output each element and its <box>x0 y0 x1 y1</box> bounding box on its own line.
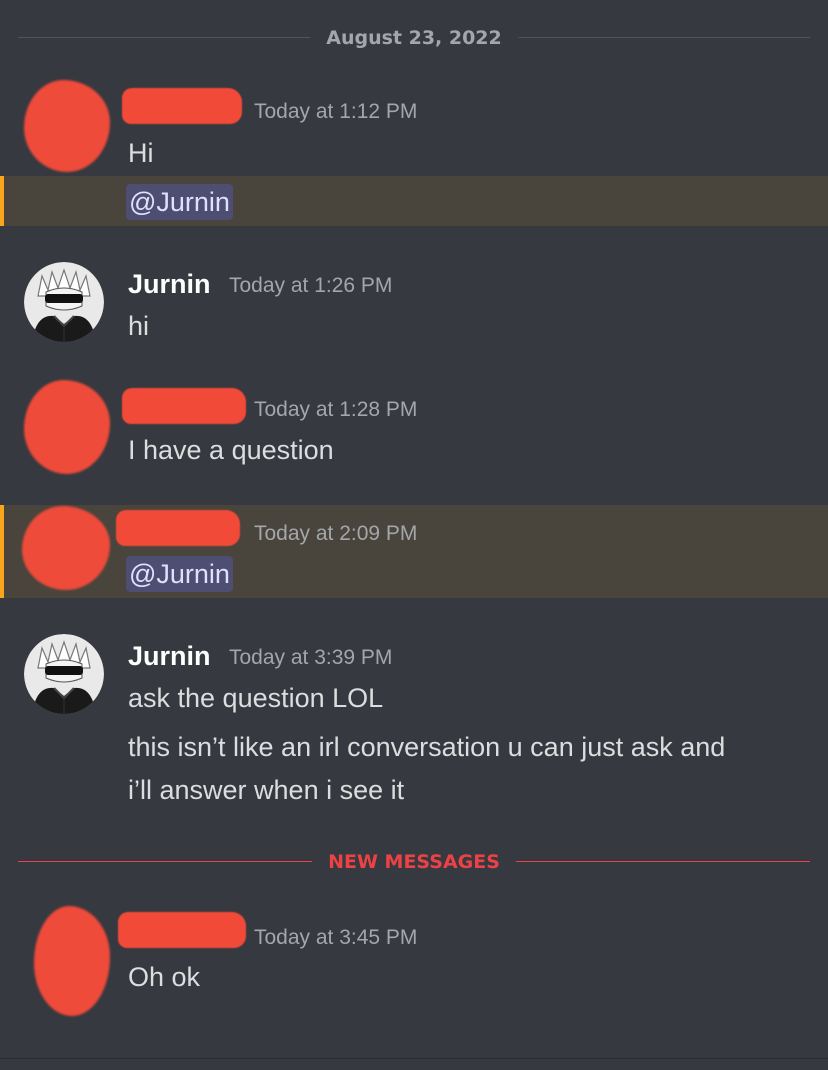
message-username[interactable]: Jurnin <box>128 269 211 300</box>
message-text: ask the question LOL <box>128 683 384 713</box>
message-timestamp[interactable]: Today at 1:12 PM <box>254 100 417 124</box>
date-divider-label: August 23, 2022 <box>310 27 518 49</box>
message-text: I have a question <box>128 435 334 465</box>
anime-avatar-icon <box>24 262 104 342</box>
message-text: hi <box>128 311 150 341</box>
user-avatar[interactable] <box>24 262 104 342</box>
chat-bottom-border <box>0 1058 828 1059</box>
message-timestamp[interactable]: Today at 1:28 PM <box>254 398 417 422</box>
new-messages-label: NEW MESSAGES <box>312 851 516 873</box>
message-text: i’ll answer when i see it <box>128 775 405 805</box>
user-mention[interactable]: @Jurnin <box>126 556 233 592</box>
redacted-avatar <box>24 80 110 172</box>
anime-avatar-icon <box>24 634 104 714</box>
new-messages-divider: NEW MESSAGES <box>18 851 810 873</box>
redacted-username <box>122 388 246 424</box>
user-mention[interactable]: @Jurnin <box>126 184 233 220</box>
message-timestamp[interactable]: Today at 3:45 PM <box>254 926 417 950</box>
redacted-username <box>116 510 240 546</box>
redacted-username <box>118 912 246 948</box>
message-text: Hi <box>128 138 154 168</box>
message-timestamp[interactable]: Today at 3:39 PM <box>229 646 392 670</box>
message-text: this isn’t like an irl conversation u ca… <box>128 732 726 762</box>
message-text: Oh ok <box>128 962 201 992</box>
date-divider: August 23, 2022 <box>18 27 810 49</box>
message-timestamp[interactable]: Today at 1:26 PM <box>229 274 392 298</box>
mention-highlight-row <box>0 176 828 226</box>
redacted-username <box>122 88 242 124</box>
redacted-avatar <box>34 906 110 1016</box>
message-username[interactable]: Jurnin <box>128 641 211 672</box>
redacted-avatar <box>24 380 110 474</box>
message-timestamp[interactable]: Today at 2:09 PM <box>254 522 417 546</box>
user-avatar[interactable] <box>24 634 104 714</box>
